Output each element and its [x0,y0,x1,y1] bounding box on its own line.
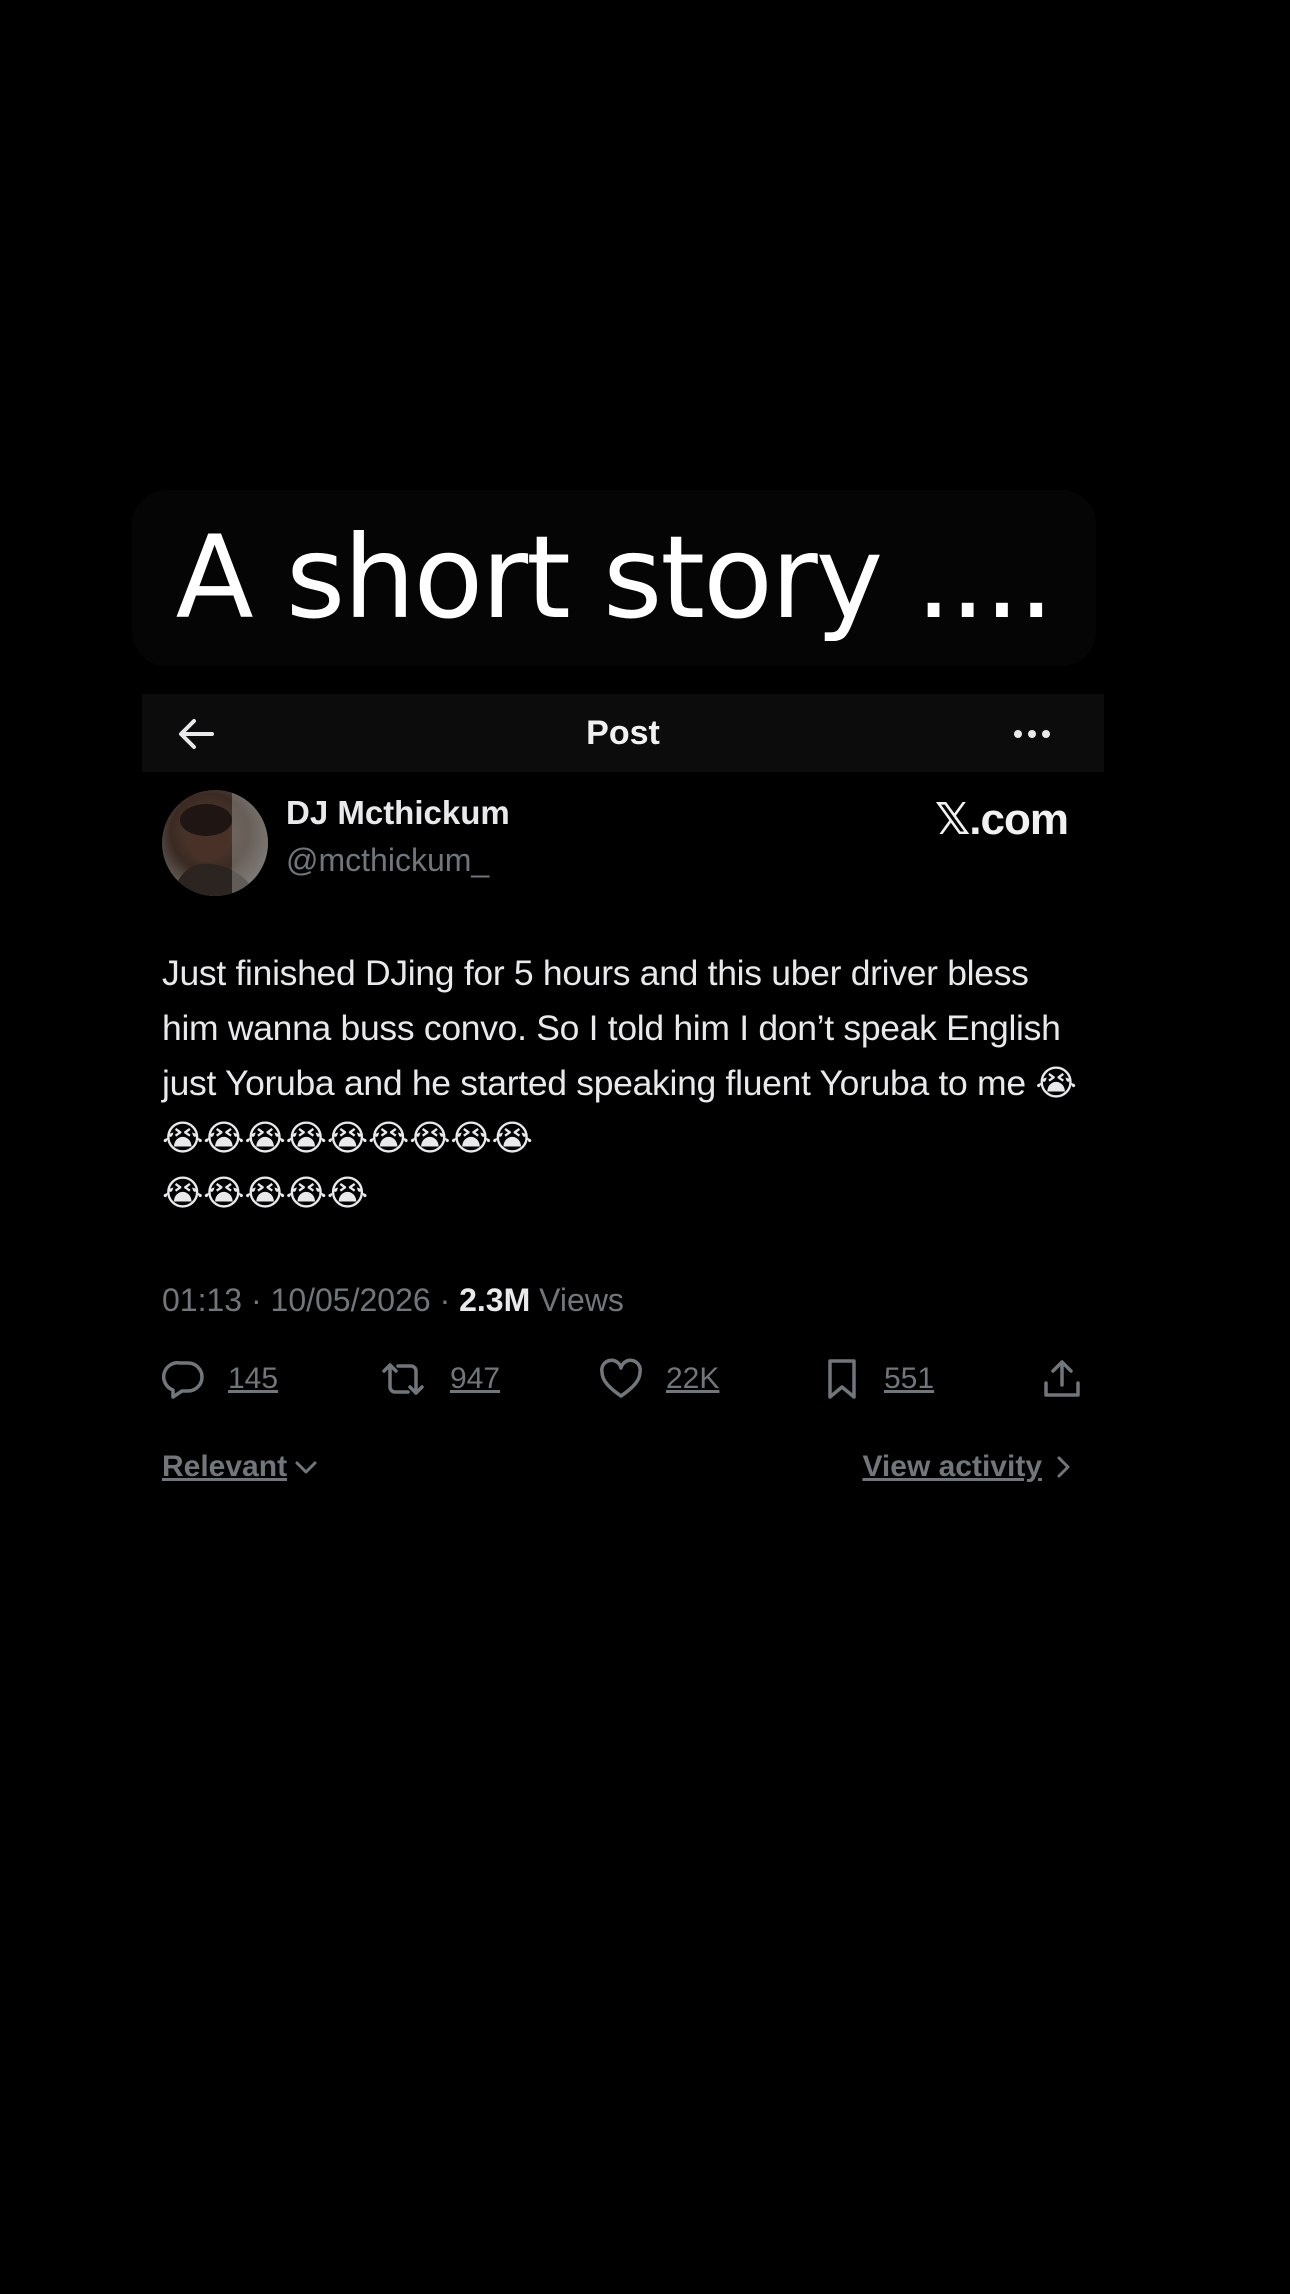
post-meta: 01:13 · 10/05/2026 · 2.3M Views [162,1282,624,1319]
repost-icon [382,1363,424,1395]
reply-button[interactable]: 145 [162,1354,278,1404]
chevron-down-icon [295,1461,317,1474]
post-time: 01:13 [162,1282,243,1318]
author-name[interactable]: DJ Mcthickum [286,794,510,832]
avatar[interactable] [162,790,268,896]
post-header: Post [142,694,1104,772]
like-button[interactable]: 22K [598,1354,719,1404]
bookmark-count: 551 [884,1362,935,1395]
view-activity-link[interactable]: View activity [862,1450,1078,1484]
more-options-icon[interactable] [1008,714,1056,754]
post-card: Post DJ Mcthickum @mcthickum_ 𝕏.com Just… [142,694,1104,1506]
views-count: 2.3M [459,1282,531,1318]
repost-count: 947 [450,1362,501,1395]
post-text: Just finished DJing for 5 hours and this… [162,953,1077,1213]
reply-icon [162,1361,204,1399]
caption-banner: A short story .... [132,490,1096,666]
bookmark-button[interactable]: 551 [822,1354,934,1404]
repost-button[interactable]: 947 [378,1354,500,1404]
chevron-right-icon [1057,1456,1070,1478]
heart-icon [600,1358,642,1398]
reply-count: 145 [228,1362,279,1395]
meta-separator: · [242,1282,271,1318]
view-activity-label: View activity [862,1450,1042,1483]
views-label: Views [530,1282,624,1318]
like-count: 22K [666,1362,720,1395]
relevant-label: Relevant [162,1450,288,1483]
caption-text: A short story .... [175,511,1055,644]
post-date: 10/05/2026 [270,1282,431,1318]
brand-logo: 𝕏.com [934,795,1069,844]
sort-relevant-dropdown[interactable]: Relevant [162,1450,321,1484]
share-button[interactable] [1040,1354,1084,1404]
page-title: Post [586,714,660,752]
meta-separator: · [430,1282,460,1318]
share-icon [1044,1360,1080,1397]
author-handle[interactable]: @mcthickum_ [286,842,489,879]
bookmark-icon [828,1359,856,1399]
